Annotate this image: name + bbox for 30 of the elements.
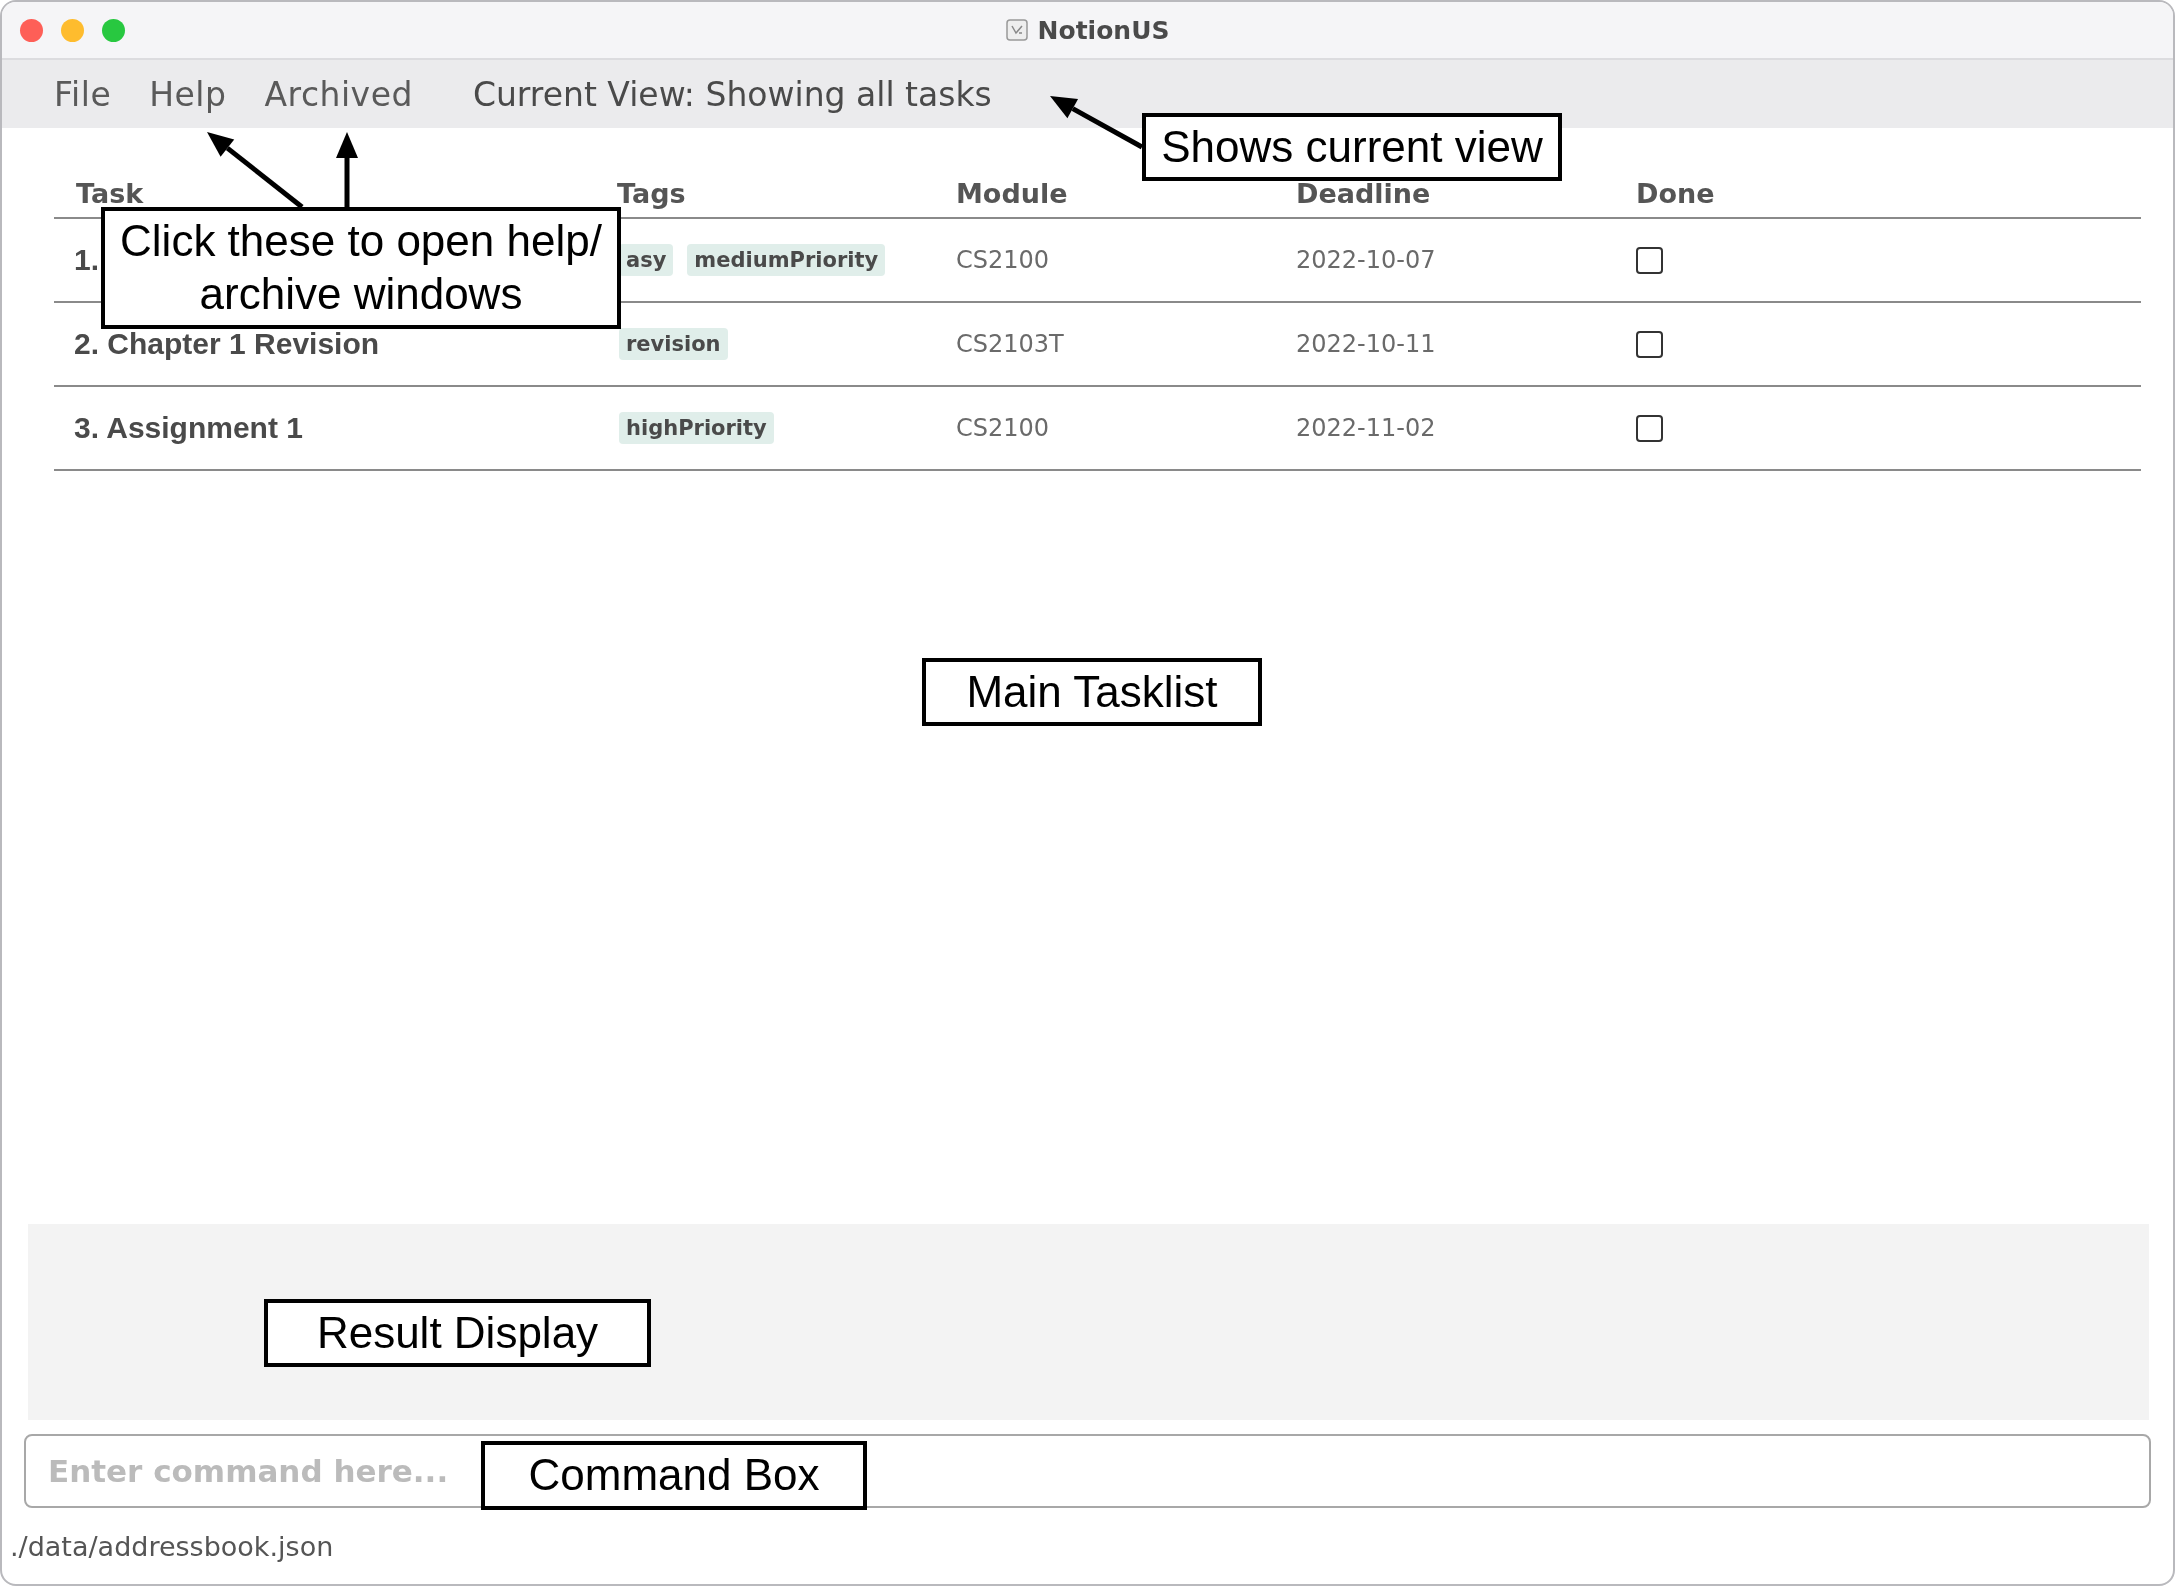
tag: mediumPriority [687, 244, 886, 276]
callout-label: Command Box [481, 1441, 867, 1510]
file-path: ./data/addressbook.json [10, 1530, 334, 1562]
tag: asy [619, 244, 674, 276]
module-code: CS2100 [956, 414, 1050, 442]
menu-item[interactable]: Archived [264, 74, 413, 114]
done-checkbox[interactable] [1636, 414, 1663, 442]
callout-label: Click these to open help/ archive windows [101, 207, 621, 329]
app-icon [1005, 19, 1028, 41]
tag: highPriority [619, 412, 774, 444]
menu-item[interactable]: File [54, 74, 112, 114]
current-view-label: Current View: Showing all tasks [472, 74, 992, 114]
menu-item[interactable]: Help [149, 74, 227, 114]
deadline: 2022-10-11 [1296, 330, 1436, 358]
window-title: NotionUS [1037, 15, 1170, 45]
done-checkbox[interactable] [1636, 330, 1663, 358]
tag: revision [619, 328, 728, 360]
callout-label: Main Tasklist [922, 658, 1262, 726]
task-name: 3. Assignment 1 [74, 411, 303, 445]
callout-label: Result Display [264, 1299, 651, 1367]
done-checkbox[interactable] [1636, 246, 1663, 274]
column-header: Done [1614, 171, 2141, 219]
module-code: CS2103T [956, 330, 1064, 358]
task-name: 2. Chapter 1 Revision [74, 327, 380, 361]
module-code: CS2100 [956, 246, 1050, 274]
deadline: 2022-10-07 [1296, 246, 1436, 274]
close-button[interactable] [20, 19, 43, 42]
deadline: 2022-11-02 [1296, 414, 1436, 442]
callout-label: Shows current view [1142, 113, 1562, 181]
task-name: 1. [74, 243, 100, 277]
